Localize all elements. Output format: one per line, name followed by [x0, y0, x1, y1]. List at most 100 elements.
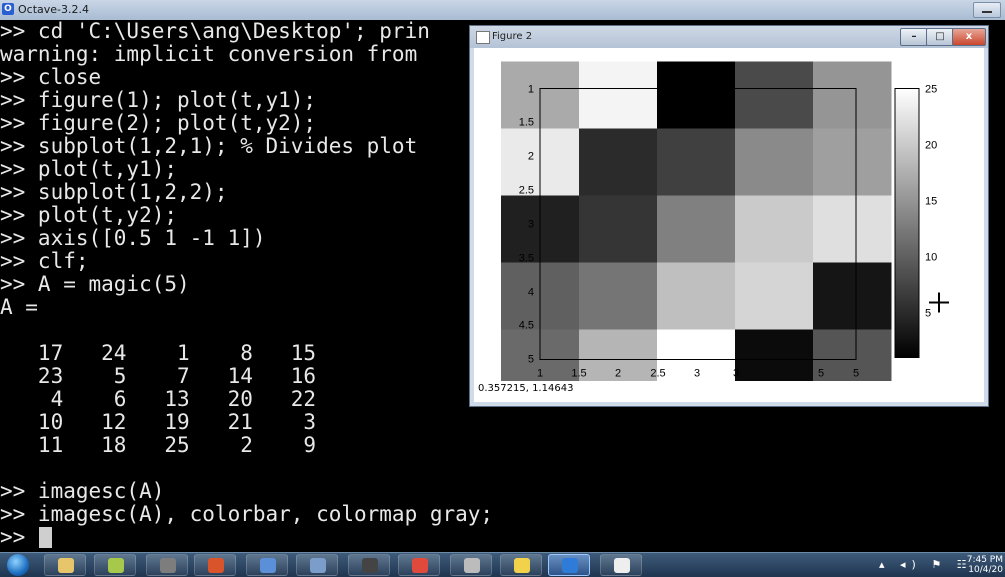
octave-icon: [562, 558, 578, 573]
chrome-icon: [412, 558, 428, 573]
x-tick-label: 5: [818, 368, 824, 380]
heatmap-cell: [735, 195, 814, 263]
colorbar-tick-label: 10: [925, 252, 937, 264]
console-line: >> imagesc(A): [0, 479, 165, 503]
x-tick-label: 2: [615, 368, 621, 380]
crosshair-cursor-icon: [929, 292, 949, 313]
clock[interactable]: 7:45 PM 10/4/20: [967, 555, 1003, 575]
colorbar-tick-label: 15: [925, 196, 937, 208]
console-line: >> imagesc(A), colorbar, colormap gray;: [0, 502, 494, 526]
taskbar-octave-button[interactable]: [548, 554, 590, 576]
colorbar-tick-label: 25: [925, 84, 937, 96]
heatmap-cell: [579, 262, 658, 330]
heatmap-cell: [735, 61, 814, 129]
x-tick-label: 1: [537, 368, 543, 380]
camera-icon: [362, 558, 378, 573]
chart-icon: [614, 558, 630, 573]
console-line: >> subplot(1,2,1); % Divides plot: [0, 134, 418, 158]
heatmap-cell: [735, 128, 814, 196]
x-tick-label: 3: [694, 368, 700, 380]
y-tick-label: 4: [528, 287, 534, 299]
figure-close-button[interactable]: x: [952, 28, 986, 46]
taskbar-terminal-button[interactable]: [296, 554, 338, 576]
media-icon: [160, 558, 176, 573]
taskbar: ▴ ◂) ⚑ ☷ 7:45 PM 10/4/20: [0, 552, 1005, 577]
heatmap-cell: [657, 61, 736, 129]
y-tick-label: 2: [528, 151, 534, 163]
heatmap-cell: [657, 128, 736, 196]
console-line: 11 18 25 2 9: [0, 433, 317, 457]
system-tray: ▴ ◂) ⚑ ☷ 7:45 PM 10/4/20: [875, 553, 1005, 577]
clock-time: 7:45 PM: [966, 555, 1003, 565]
y-tick-label: 1: [528, 84, 534, 96]
terminal-icon: [310, 558, 326, 573]
y-tick-label: 3.5: [519, 253, 534, 265]
colorbar-tick-label: 20: [925, 140, 937, 152]
heatmap-cell: [813, 61, 892, 129]
console-line: 4 6 13 20 22: [0, 387, 317, 411]
taskbar-camera-button[interactable]: [348, 554, 390, 576]
console-line: 17 24 1 8 15: [0, 341, 317, 365]
figure-titlebar[interactable]: Figure 2 – □ x: [470, 26, 988, 48]
x-tick-label: 5: [853, 368, 859, 380]
figure-maximize-button[interactable]: □: [926, 28, 954, 46]
heatmap-cell: [657, 262, 736, 330]
text-cursor: [39, 527, 52, 548]
console-line: >>: [0, 525, 38, 549]
taskbar-notes-button[interactable]: [94, 554, 136, 576]
console-line: A =: [0, 295, 38, 319]
taskbar-network-button[interactable]: [246, 554, 288, 576]
console-line: >> close: [0, 65, 102, 89]
powerpoint-icon: [208, 558, 224, 573]
heatmap-cell: [813, 128, 892, 196]
heatmap-cell: [813, 195, 892, 263]
y-tick-label: 3: [528, 219, 534, 231]
y-tick-label: 4.5: [519, 320, 534, 332]
taskbar-media-button[interactable]: [146, 554, 188, 576]
console-line: >> cd 'C:\Users\ang\Desktop'; prin: [0, 20, 430, 43]
console-line: warning: implicit conversion from: [0, 42, 418, 66]
console-line: >> subplot(1,2,2);: [0, 180, 228, 204]
figure-icon: [476, 31, 490, 44]
tray-icons[interactable]: ▴ ◂) ⚑ ☷: [879, 558, 973, 571]
figure-minimize-button[interactable]: –: [900, 28, 928, 46]
cursor-coordinates: 0.357215, 1.14643: [474, 381, 984, 397]
heatmap-cell: [579, 61, 658, 129]
network-icon: [260, 558, 276, 573]
console-line: >> plot(t,y1);: [0, 157, 178, 181]
console-line: >> figure(1); plot(t,y1);: [0, 88, 317, 112]
heatmap-cell: [813, 262, 892, 330]
console-line: >> clf;: [0, 249, 89, 273]
start-button[interactable]: [2, 553, 32, 577]
heatmap-cell: [657, 195, 736, 263]
console-line: >> A = magic(5): [0, 272, 190, 296]
clock-date: 10/4/20: [968, 565, 1003, 575]
heatmap-cell: [579, 128, 658, 196]
taskbar-chart-button[interactable]: [600, 554, 642, 576]
octave-titlebar: O Octave-3.2.4: [0, 0, 1005, 21]
console-line: 10 12 19 21 3: [0, 410, 317, 434]
heatmap-plot[interactable]: 11.522.533.544.551 1.5 2 2.5 3 3 5 5252015105: [474, 48, 984, 402]
x-tick-label: 2.5: [650, 368, 665, 380]
console-line: >> axis([0.5 1 -1 1]): [0, 226, 266, 250]
x-tick-label: 1.5: [571, 368, 586, 380]
taskbar-powerpoint-button[interactable]: [194, 554, 236, 576]
colorbar-tick-label: 5: [925, 308, 931, 320]
taskbar-python-button[interactable]: [500, 554, 542, 576]
console-line: 23 5 7 14 16: [0, 364, 317, 388]
python-icon: [514, 558, 530, 573]
taskbar-disc-button[interactable]: [450, 554, 492, 576]
window-title: Octave-3.2.4: [18, 3, 89, 16]
figure-window[interactable]: Figure 2 – □ x 1 1.5 2 2.5 3 3.5 4 4.5 5 1 1.5 2 2.5…: [469, 25, 989, 407]
console-line: >> plot(t,y2);: [0, 203, 178, 227]
minimize-button[interactable]: [973, 2, 1001, 18]
console-line: >> figure(2); plot(t,y2);: [0, 111, 317, 135]
disc-icon: [464, 558, 480, 573]
notes-icon: [108, 558, 124, 573]
octave-icon: O: [2, 3, 14, 15]
heatmap-cell: [579, 195, 658, 263]
y-tick-label: 2.5: [519, 185, 534, 197]
taskbar-explorer-button[interactable]: [44, 554, 86, 576]
colorbar: [894, 88, 920, 358]
taskbar-chrome-button[interactable]: [398, 554, 440, 576]
